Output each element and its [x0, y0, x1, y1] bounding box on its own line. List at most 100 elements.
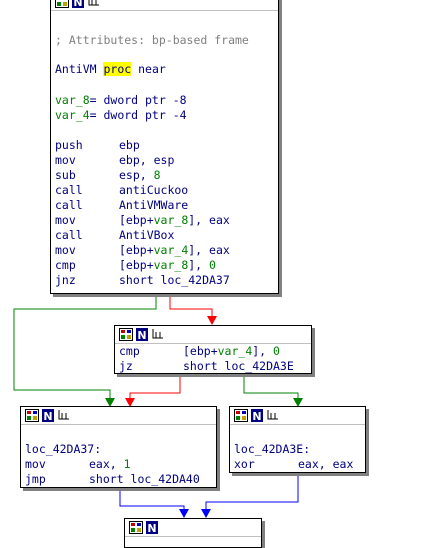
proc-keyword[interactable]: proc	[103, 62, 132, 76]
node-icon[interactable]: N	[136, 328, 148, 341]
operand: short loc_42DA37	[119, 273, 230, 287]
mnemonic: jnz	[55, 273, 76, 287]
var-name[interactable]: var_8	[55, 93, 90, 107]
instruction-row[interactable]: mov [ebp+var_4], eax	[55, 243, 230, 258]
graph-overview-icon[interactable]	[119, 328, 133, 341]
var-decl-row: var_8= dword ptr -8	[55, 93, 187, 108]
mnemonic: push	[55, 138, 83, 152]
location-label[interactable]: loc_42DA3E:	[234, 442, 310, 457]
operand: eax,	[89, 457, 124, 471]
mnemonic: cmp	[119, 344, 140, 358]
stack-var-ref[interactable]: var_4	[218, 344, 253, 358]
operand: ebp, esp	[119, 153, 175, 167]
mnemonic: mov	[55, 243, 76, 257]
node-icon[interactable]: N	[146, 521, 158, 534]
mnemonic: mov	[55, 153, 76, 167]
graph-overview-icon[interactable]	[234, 409, 248, 422]
mnemonic: call	[55, 183, 83, 197]
instruction-row[interactable]: call AntiVBox	[55, 228, 174, 243]
var-decl: = dword ptr -4	[89, 108, 187, 122]
immediate-value: 0	[209, 258, 216, 272]
operand: short loc_42DA3E	[183, 359, 294, 373]
operand: AntiVBox	[119, 228, 175, 242]
operand: [ebp+	[183, 344, 218, 358]
svg-text:N: N	[252, 410, 261, 422]
block-header: N	[51, 0, 278, 11]
instruction-row[interactable]: sub esp, 8	[55, 168, 161, 183]
node-icon[interactable]: N	[251, 409, 263, 422]
instruction-row[interactable]: mov eax, 1	[25, 457, 131, 472]
instruction-row[interactable]: push ebp	[55, 138, 140, 153]
operand: [ebp+	[119, 258, 154, 272]
block-header: N	[230, 407, 365, 425]
operand: antiCuckoo	[119, 183, 189, 197]
edge-arrowhead	[207, 316, 217, 325]
instruction-row[interactable]: xor eax, eax	[234, 457, 353, 472]
instruction-row[interactable]: cmp [ebp+var_4], 0	[119, 344, 280, 359]
graph-overview-icon[interactable]	[55, 0, 69, 8]
rename-icon[interactable]	[87, 0, 101, 8]
mnemonic: call	[55, 228, 83, 242]
operand: ], eax	[188, 243, 230, 257]
edge-false-cmp-to-loc37	[129, 374, 181, 402]
instruction-row[interactable]: call AntiVMWare	[55, 198, 188, 213]
mnemonic: jmp	[25, 472, 46, 486]
immediate-value: 0	[273, 344, 280, 358]
graph-overview-icon[interactable]	[25, 409, 39, 422]
immediate-value: 1	[123, 457, 131, 471]
code-block-cmp-var4[interactable]: N cmp [ebp+var_4], 0 jz short loc_42DA3E	[114, 325, 312, 374]
mnemonic: mov	[25, 457, 46, 471]
edge-true-cmp-to-loc3e	[243, 374, 299, 402]
mnemonic: jz	[119, 359, 133, 373]
proc-declaration: AntiVM proc near	[55, 62, 166, 77]
operand: esp,	[119, 168, 154, 182]
block-header: N	[115, 326, 311, 344]
comment-attributes: ; Attributes: bp-based frame	[55, 33, 249, 47]
mnemonic: mov	[55, 213, 76, 227]
location-label[interactable]: loc_42DA37:	[25, 442, 101, 457]
svg-text:N: N	[147, 522, 156, 534]
proc-name: AntiVM	[55, 62, 97, 76]
mnemonic: xor	[234, 457, 255, 471]
code-block-antivm[interactable]: N ; Attributes: bp-based frame AntiVM pr…	[50, 0, 279, 294]
node-icon[interactable]: N	[42, 409, 54, 422]
operand: ], eax	[188, 213, 230, 227]
rename-icon[interactable]	[151, 328, 165, 341]
code-block-loc-42da40[interactable]: N	[124, 518, 262, 548]
operand: eax, eax	[298, 457, 354, 471]
var-name[interactable]: var_4	[55, 108, 90, 122]
instruction-row[interactable]: call antiCuckoo	[55, 183, 188, 198]
mnemonic: cmp	[55, 258, 76, 272]
block-header: N	[125, 519, 261, 537]
operand: ],	[188, 258, 210, 272]
operand: ebp	[119, 138, 140, 152]
stack-var-ref[interactable]: var_4	[154, 243, 189, 257]
instruction-row[interactable]: jnz short loc_42DA37	[55, 273, 230, 288]
mnemonic: sub	[55, 168, 76, 182]
operand: [ebp+	[119, 213, 154, 227]
svg-text:N: N	[137, 329, 146, 341]
instruction-row[interactable]: jmp short loc_42DA40	[25, 472, 200, 487]
edge-false-main-to-cmp	[169, 294, 213, 320]
rename-icon[interactable]	[57, 409, 71, 422]
var-decl-row: var_4= dword ptr -4	[55, 108, 187, 123]
proc-near: near	[138, 62, 166, 76]
instruction-row[interactable]: mov [ebp+var_8], eax	[55, 213, 230, 228]
block-header: N	[21, 407, 216, 425]
graph-overview-icon[interactable]	[129, 521, 143, 534]
code-block-loc-42da37[interactable]: N loc_42DA37: mov eax, 1 jmp short loc_42DA…	[20, 406, 217, 488]
edge-arrowhead	[201, 509, 211, 518]
instruction-row[interactable]: cmp [ebp+var_8], 0	[55, 258, 216, 273]
rename-icon[interactable]	[266, 409, 280, 422]
stack-var-ref[interactable]: var_8	[154, 258, 189, 272]
edge-uncond-loc3e-to-next	[205, 473, 299, 513]
code-block-loc-42da3e[interactable]: N loc_42DA3E: xor eax, eax	[229, 406, 366, 473]
edge-arrowhead	[179, 509, 189, 518]
node-icon[interactable]: N	[72, 0, 84, 8]
mnemonic: call	[55, 198, 83, 212]
operand: short loc_42DA40	[89, 472, 200, 486]
stack-var-ref[interactable]: var_8	[154, 213, 189, 227]
instruction-row[interactable]: jz short loc_42DA3E	[119, 359, 294, 374]
var-decl: = dword ptr -8	[89, 93, 187, 107]
instruction-row[interactable]: mov ebp, esp	[55, 153, 174, 168]
